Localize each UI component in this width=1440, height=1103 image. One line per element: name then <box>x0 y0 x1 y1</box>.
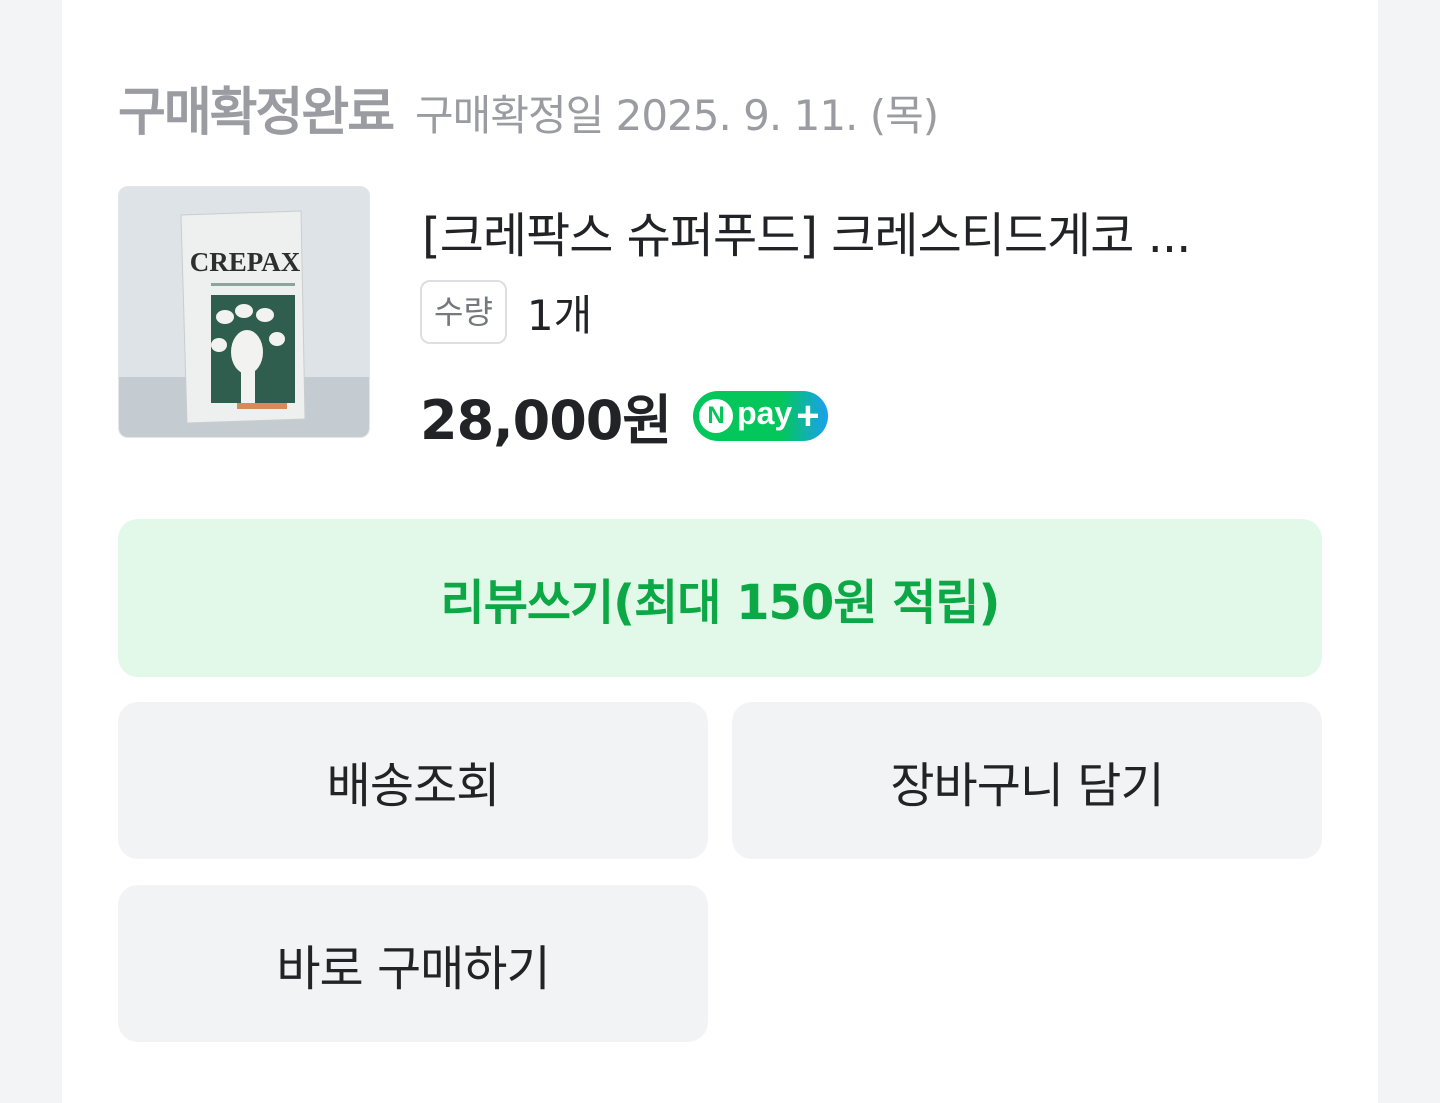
price-row: 28,000원 N pay + <box>420 376 828 455</box>
product-image: CREPAX <box>119 187 369 437</box>
quantity-value: 1개 <box>526 290 593 340</box>
write-review-button[interactable]: 리뷰쓰기(최대 150원 적립) <box>118 519 1322 677</box>
product-price: 28,000원 <box>420 389 672 452</box>
buy-now-button[interactable]: 바로 구매하기 <box>118 885 708 1042</box>
product-image-brand-text: CREPAX <box>190 247 301 277</box>
order-confirm-date: 구매확정일 2025. 9. 11. (목) <box>415 91 939 140</box>
npay-text: pay <box>737 395 793 431</box>
npay-plus-icon: + <box>796 393 820 438</box>
track-delivery-button[interactable]: 배송조회 <box>118 702 708 859</box>
order-status-row: 구매확정완료 구매확정일 2025. 9. 11. (목) <box>118 70 939 145</box>
product-thumbnail[interactable]: CREPAX <box>118 186 370 438</box>
order-item-card: 구매확정완료 구매확정일 2025. 9. 11. (목) CREPAX [크레… <box>62 0 1378 1103</box>
quantity-row: 수량 1개 <box>420 280 592 344</box>
quantity-label-badge: 수량 <box>420 280 507 344</box>
npay-plus-badge: N pay + <box>693 390 828 441</box>
product-title[interactable]: [크레팍스 슈퍼푸드] 크레스티드게코 ... <box>422 196 1302 266</box>
order-status-title: 구매확정완료 <box>118 83 395 143</box>
add-to-cart-button[interactable]: 장바구니 담기 <box>732 702 1322 859</box>
npay-n-icon: N <box>699 398 734 433</box>
